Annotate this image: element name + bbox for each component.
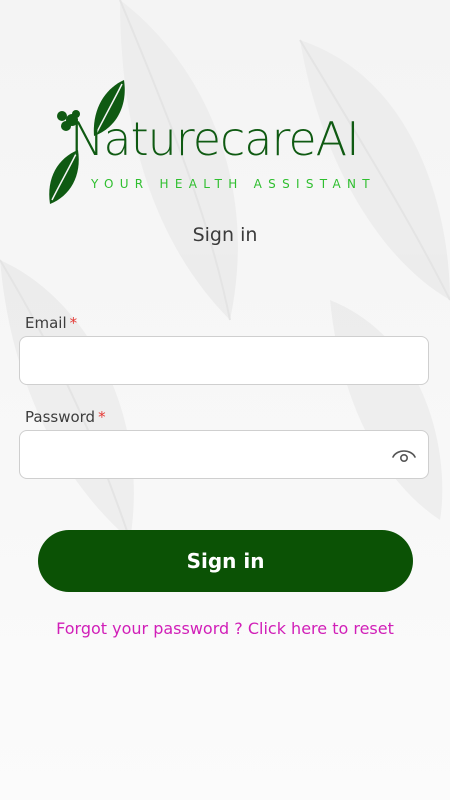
sign-in-button[interactable]: Sign in [38, 530, 413, 592]
password-label-text: Password [25, 408, 96, 426]
email-field-container [19, 336, 429, 385]
email-label-text: Email [25, 314, 67, 332]
email-required-mark: * [69, 314, 78, 332]
password-label: Password * [25, 408, 106, 426]
password-field-container [19, 430, 429, 479]
login-screen: NaturecareAI YOUR HEALTH ASSISTANT Sign … [0, 0, 450, 800]
brand-logo: NaturecareAI YOUR HEALTH ASSISTANT [44, 78, 414, 208]
password-field[interactable] [20, 431, 428, 478]
eye-icon[interactable] [391, 444, 417, 466]
brand-tagline: YOUR HEALTH ASSISTANT [91, 177, 376, 191]
forgot-password-link[interactable]: Forgot your password ? Click here to res… [0, 619, 450, 638]
page-title: Sign in [192, 224, 258, 246]
brand-wordmark: NaturecareAI [70, 112, 360, 166]
email-field[interactable] [20, 337, 428, 384]
email-label: Email * [25, 314, 77, 332]
password-required-mark: * [98, 408, 106, 426]
